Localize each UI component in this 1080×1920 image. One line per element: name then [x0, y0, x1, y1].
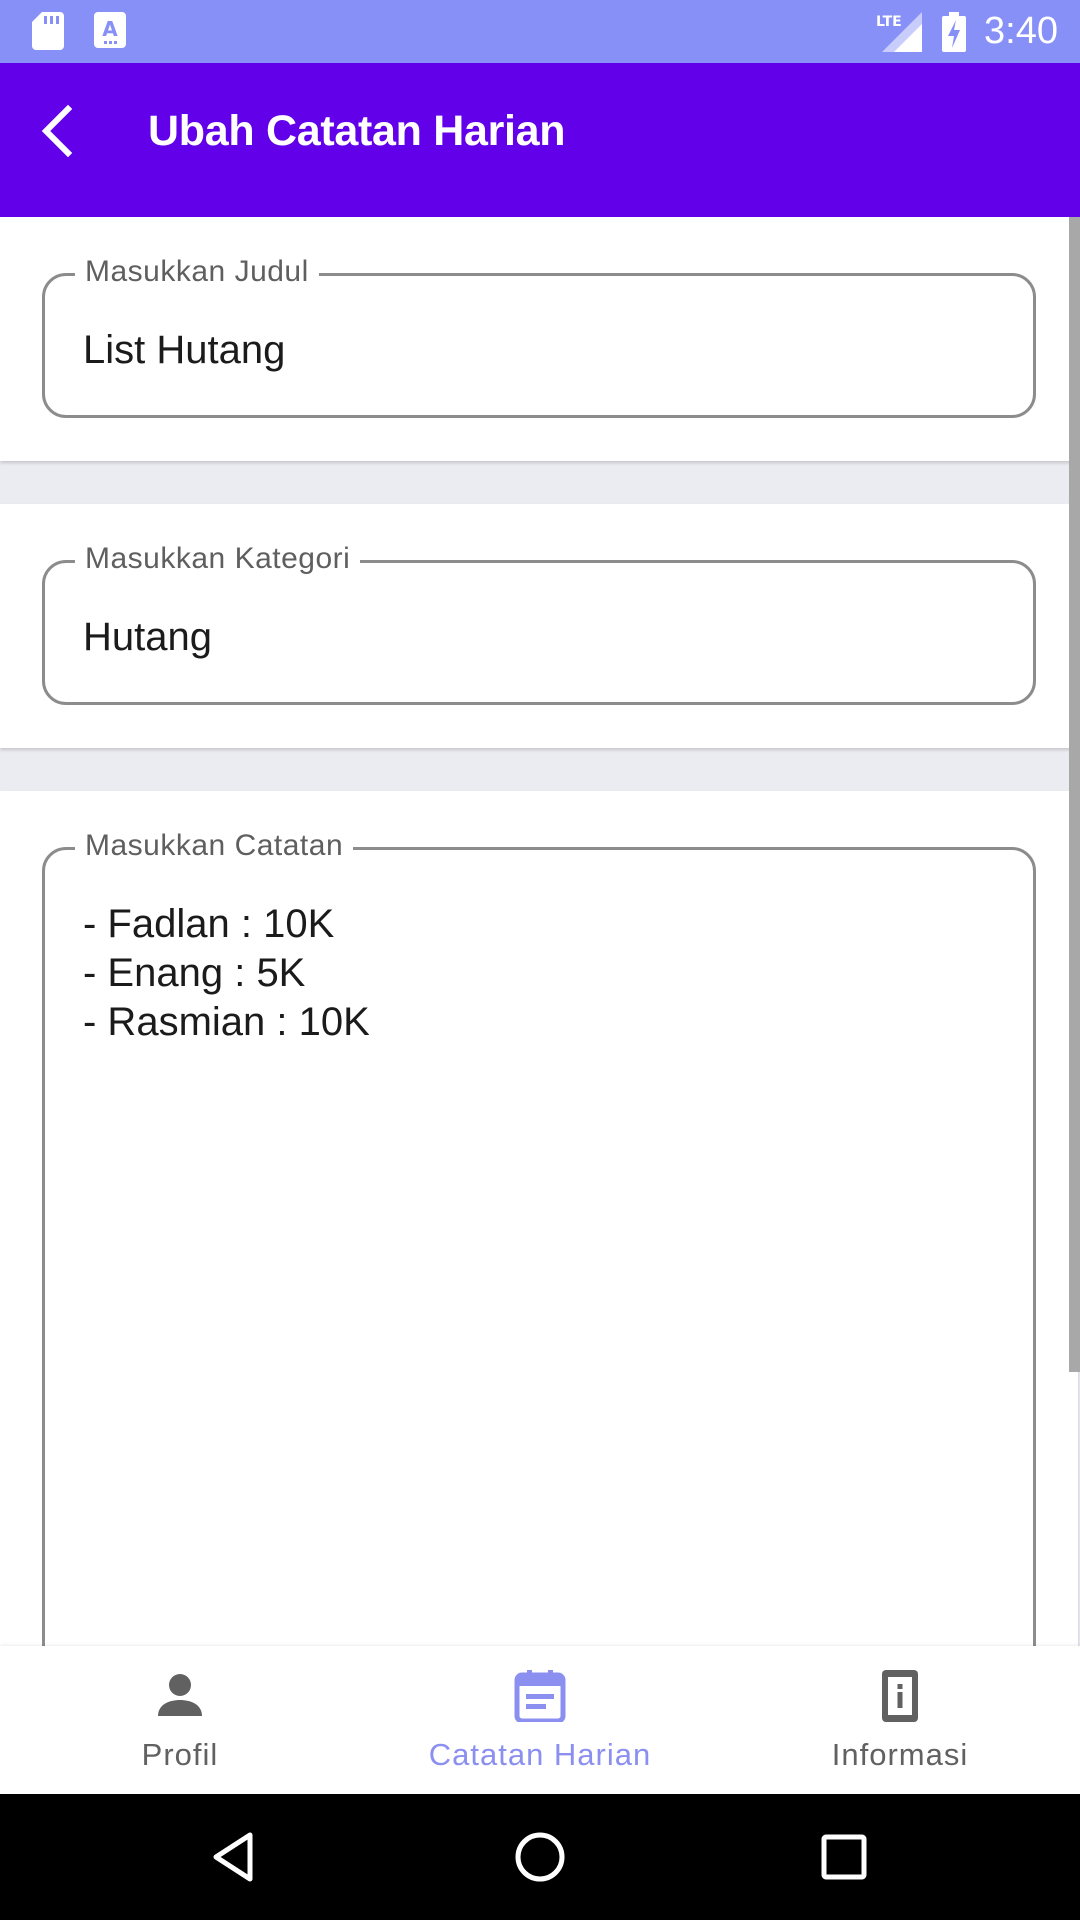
notes-field[interactable]: Masukkan Catatan - Fadlan : 10K - Enang … [42, 828, 1036, 1747]
svg-text:A: A [102, 17, 118, 41]
nav-item-profil[interactable]: Profil [0, 1646, 360, 1794]
bottom-nav: Profil Catatan Harian Informasi [0, 1646, 1080, 1794]
system-nav-bar [0, 1794, 1080, 1920]
system-recents-button[interactable] [814, 1827, 874, 1887]
system-back-button[interactable] [206, 1827, 266, 1887]
status-bar: A LTE 3:40 [0, 0, 1080, 63]
page-title: Ubah Catatan Harian [148, 107, 566, 155]
triangle-back-icon [213, 1832, 253, 1882]
category-field-value[interactable]: Hutang [83, 613, 212, 661]
nav-label-profil: Profil [141, 1737, 219, 1772]
status-time: 3:40 [984, 10, 1058, 52]
title-field-label: Masukkan Judul [75, 254, 319, 290]
nav-label-catatan-harian: Catatan Harian [428, 1737, 652, 1772]
nav-item-informasi[interactable]: Informasi [720, 1646, 1080, 1794]
back-button[interactable] [28, 101, 88, 161]
notes-card: Masukkan Catatan - Fadlan : 10K - Enang … [0, 791, 1078, 1747]
svg-text:LTE: LTE [876, 14, 902, 30]
screen: A LTE 3:40 Ubah Catatan Harian Masukkan … [0, 0, 1080, 1920]
keyboard-a-icon: A [94, 12, 126, 48]
person-icon [158, 1674, 202, 1716]
lte-signal-icon: LTE [876, 12, 922, 52]
scrollbar[interactable] [1069, 217, 1080, 1372]
sd-card-icon [32, 12, 64, 50]
notes-field-value[interactable]: - Fadlan : 10K - Enang : 5K - Rasmian : … [83, 900, 370, 1047]
system-home-button[interactable] [510, 1827, 570, 1887]
battery-charging-icon [942, 12, 966, 52]
app-bar: Ubah Catatan Harian [0, 63, 1080, 217]
nav-item-catatan-harian[interactable]: Catatan Harian [360, 1646, 720, 1794]
title-card: Masukkan Judul List Hutang [0, 217, 1078, 461]
title-field-value[interactable]: List Hutang [83, 326, 285, 374]
category-field-label: Masukkan Kategori [75, 541, 361, 577]
square-recents-icon [821, 1834, 867, 1880]
circle-home-icon [515, 1832, 565, 1882]
calendar-note-icon [514, 1670, 566, 1722]
title-field[interactable]: Masukkan Judul List Hutang [42, 254, 1036, 418]
notes-field-label: Masukkan Catatan [75, 828, 354, 864]
chevron-left-icon [41, 104, 73, 158]
nav-label-informasi: Informasi [831, 1737, 969, 1772]
category-card: Masukkan Kategori Hutang [0, 504, 1078, 748]
category-field[interactable]: Masukkan Kategori Hutang [42, 541, 1036, 705]
info-device-icon [882, 1670, 918, 1722]
